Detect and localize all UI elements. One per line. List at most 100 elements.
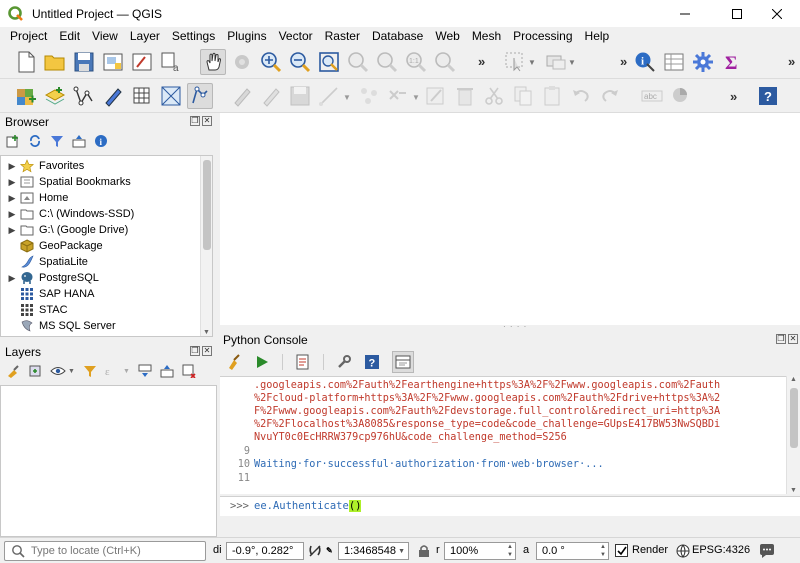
- expand-arrow-icon[interactable]: ▶: [5, 209, 19, 220]
- render-checkbox[interactable]: [615, 544, 628, 557]
- toolbar-overflow-chevron-2-icon[interactable]: »: [620, 54, 627, 69]
- expand-arrow-icon[interactable]: ▶: [5, 161, 19, 172]
- close-panel-icon[interactable]: ✕: [202, 116, 212, 126]
- float-panel-icon[interactable]: ❐: [776, 334, 786, 344]
- browser-item-postgresql[interactable]: ▶ PostgreSQL: [5, 270, 201, 286]
- redo-button[interactable]: [597, 83, 623, 109]
- deselect-dropdown-chevron-icon[interactable]: ▼: [568, 58, 576, 67]
- browser-item-c-drive[interactable]: ▶ C:\ (Windows-SSD): [5, 206, 201, 222]
- console-scrollbar[interactable]: ▲ ▼: [786, 376, 800, 494]
- label-tool-button[interactable]: abc: [639, 83, 665, 109]
- pan-map-button[interactable]: [200, 49, 226, 75]
- statistical-summary-button[interactable]: Σ: [719, 49, 745, 75]
- select-dropdown-chevron-icon[interactable]: ▼: [528, 58, 536, 67]
- open-project-button[interactable]: [42, 49, 68, 75]
- edit-attribute-table-button[interactable]: [423, 83, 449, 109]
- digitize-line-button[interactable]: [100, 83, 126, 109]
- undo-button[interactable]: [568, 83, 594, 109]
- scroll-down-icon[interactable]: ▼: [790, 487, 797, 494]
- browser-item-mssql[interactable]: MS SQL Server: [5, 318, 201, 334]
- diagram-tool-button[interactable]: [668, 83, 694, 109]
- browser-item-geopackage[interactable]: GeoPackage: [5, 238, 201, 254]
- vertex-tool-button[interactable]: [356, 83, 382, 109]
- save-project-button[interactable]: [71, 49, 97, 75]
- map-canvas[interactable]: [220, 113, 800, 325]
- toggle-editing-button[interactable]: [187, 83, 213, 109]
- menu-mesh[interactable]: Mesh: [466, 27, 507, 46]
- menu-raster[interactable]: Raster: [319, 27, 366, 46]
- copy-features-button[interactable]: [510, 83, 536, 109]
- browser-scrollbar[interactable]: ▼: [200, 156, 212, 336]
- browser-item-home[interactable]: ▶ Home: [5, 190, 201, 206]
- info-icon[interactable]: i: [94, 134, 108, 148]
- filter-icon[interactable]: [50, 134, 64, 148]
- pan-to-selection-button[interactable]: [229, 49, 255, 75]
- run-command-icon[interactable]: [254, 354, 270, 370]
- collapse-all-layers-icon[interactable]: [160, 364, 174, 378]
- style-manager-button[interactable]: [129, 49, 155, 75]
- zoom-to-selection-button[interactable]: [345, 49, 371, 75]
- new-project-button[interactable]: [13, 49, 39, 75]
- layers-tree[interactable]: [0, 385, 217, 537]
- save-layer-edits-button[interactable]: [287, 83, 313, 109]
- scale-combo[interactable]: 1:3468548 ▼: [338, 542, 409, 560]
- expand-all-icon[interactable]: [138, 364, 152, 378]
- filter-legend-icon[interactable]: [83, 364, 97, 378]
- messages-icon[interactable]: [759, 543, 775, 559]
- data-source-manager-button[interactable]: [13, 83, 39, 109]
- modify-attributes-button[interactable]: [385, 83, 411, 109]
- zoom-in-button[interactable]: [258, 49, 284, 75]
- toggle-editor-button[interactable]: [392, 350, 414, 373]
- menu-plugins[interactable]: Plugins: [221, 27, 272, 46]
- style-brush-icon[interactable]: [6, 364, 20, 378]
- menu-processing[interactable]: Processing: [507, 27, 578, 46]
- rotation-spinbox[interactable]: 0.0 ° ▲ ▼: [536, 542, 609, 560]
- float-panel-icon[interactable]: ❐: [190, 346, 200, 356]
- browser-item-g-drive[interactable]: ▶ G:\ (Google Drive): [5, 222, 201, 238]
- zoom-last-button[interactable]: [432, 49, 458, 75]
- scroll-up-icon[interactable]: ▲: [790, 376, 797, 383]
- new-shapefile-layer-button[interactable]: [158, 83, 184, 109]
- expand-arrow-icon[interactable]: ▶: [5, 225, 19, 236]
- lock-icon[interactable]: [418, 544, 430, 558]
- toolbar-overflow-chevron-4-icon[interactable]: »: [730, 89, 737, 104]
- open-attribute-table-button[interactable]: [661, 49, 687, 75]
- collapse-all-icon[interactable]: [72, 134, 86, 148]
- zoom-native-resolution-button[interactable]: 1:1: [403, 49, 429, 75]
- browser-item-sap-hana[interactable]: SAP HANA: [5, 286, 201, 302]
- show-editor-icon[interactable]: [295, 354, 311, 370]
- crs-button[interactable]: EPSG:4326: [692, 544, 750, 556]
- expand-arrow-icon[interactable]: ▶: [5, 177, 19, 188]
- visibility-eye-icon[interactable]: [50, 364, 66, 378]
- python-console-input[interactable]: >>> ee.Authenticate(): [220, 496, 800, 516]
- menu-edit[interactable]: Edit: [53, 27, 86, 46]
- spin-arrows-icon[interactable]: ▲ ▼: [507, 543, 513, 559]
- add-vector-layer-button[interactable]: [42, 83, 68, 109]
- identify-features-button[interactable]: i: [632, 49, 658, 75]
- scale-dropdown-chevron-icon[interactable]: ▼: [398, 548, 405, 555]
- add-feature-button[interactable]: [316, 83, 342, 109]
- python-help-icon[interactable]: ?: [364, 354, 380, 370]
- coordinate-field[interactable]: -0.9°, 0.282°: [226, 542, 304, 560]
- processing-toolbox-button[interactable]: [690, 49, 716, 75]
- console-scrollbar-thumb[interactable]: [790, 388, 798, 448]
- browser-item-spatial-bookmarks[interactable]: ▶ Spatial Bookmarks: [5, 174, 201, 190]
- zoom-to-layer-button[interactable]: [374, 49, 400, 75]
- close-panel-icon[interactable]: ✕: [788, 334, 798, 344]
- browser-item-favorites[interactable]: ▶ Favorites: [5, 158, 201, 174]
- minimize-button[interactable]: [662, 0, 708, 27]
- expression-dropdown-chevron-icon[interactable]: ▼: [123, 368, 130, 375]
- new-vertex-layer-button[interactable]: [71, 83, 97, 109]
- clear-console-icon[interactable]: [226, 353, 242, 370]
- add-group-icon[interactable]: [28, 364, 42, 378]
- deselect-features-button[interactable]: [543, 49, 569, 75]
- splitter-handle-icon[interactable]: · · · ·: [503, 322, 527, 331]
- toggle-extents-icon[interactable]: [307, 543, 323, 559]
- scroll-down-icon[interactable]: ▼: [203, 329, 210, 336]
- zoom-out-button[interactable]: [287, 49, 313, 75]
- current-edits-button[interactable]: [229, 83, 255, 109]
- refresh-icon[interactable]: [28, 134, 42, 148]
- expand-arrow-icon[interactable]: ▶: [5, 273, 19, 284]
- menu-layer[interactable]: Layer: [124, 27, 166, 46]
- browser-item-spatialite[interactable]: SpatiaLite: [5, 254, 201, 270]
